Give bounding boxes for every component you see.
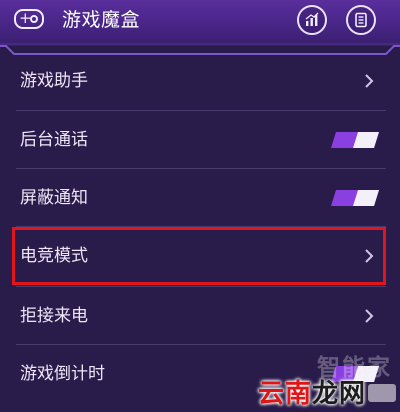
header-frame-decoration bbox=[0, 43, 400, 55]
toggle-switch[interactable] bbox=[330, 189, 380, 207]
list-item-label: 后台通话 bbox=[20, 130, 88, 150]
document-button[interactable] bbox=[346, 5, 376, 35]
watermark-red-text: 云南 bbox=[257, 379, 312, 409]
list-item-label: 游戏助手 bbox=[20, 71, 88, 91]
list-item-block-notifications[interactable]: 屏蔽通知 bbox=[0, 169, 400, 227]
document-icon bbox=[355, 12, 367, 28]
chevron-right-icon bbox=[365, 309, 374, 323]
stats-button[interactable] bbox=[297, 5, 327, 35]
toggle-switch[interactable] bbox=[330, 131, 380, 149]
highlight-box bbox=[12, 227, 386, 285]
stats-icon bbox=[305, 12, 319, 26]
watermark-dark-text: 龙网 bbox=[311, 379, 366, 409]
list-item-label: 拒接来电 bbox=[20, 306, 88, 326]
gamepad-icon: + bbox=[14, 9, 44, 29]
list-item-background-call[interactable]: 后台通话 bbox=[0, 111, 400, 169]
chevron-right-icon bbox=[365, 74, 374, 88]
page-title: 游戏魔盒 bbox=[62, 9, 141, 31]
watermark-mark bbox=[368, 384, 396, 402]
list-item-game-assistant[interactable]: 游戏助手 bbox=[0, 52, 400, 110]
list-item-label: 游戏倒计时 bbox=[20, 364, 105, 384]
watermark-logo: 云南龙网 bbox=[258, 373, 366, 410]
list-item-reject-calls[interactable]: 拒接来电 bbox=[0, 287, 400, 345]
list-item-label: 屏蔽通知 bbox=[20, 188, 88, 208]
